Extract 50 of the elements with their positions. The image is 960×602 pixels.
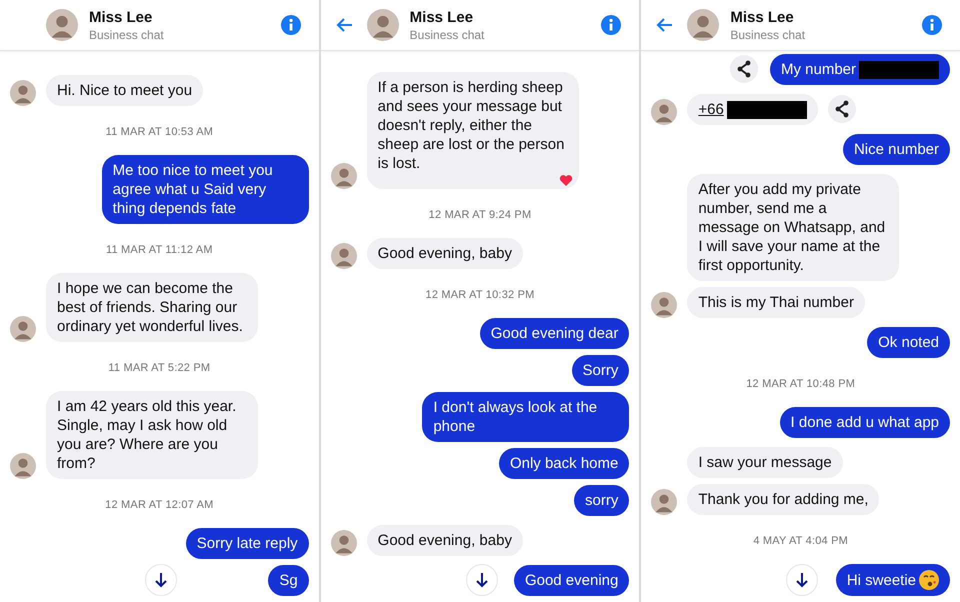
info-icon[interactable] [922, 15, 942, 35]
message-bubble: I saw your message [687, 447, 843, 478]
message-bubble: I don't always look at the phone [422, 392, 630, 442]
chat-subtitle: Business chat [89, 28, 164, 42]
message-bubble: Good evening dear [480, 318, 630, 349]
message-bubble: Me too nice to meet you agree what u Said very thing depends fate [102, 155, 309, 224]
message-bubble: sorry [574, 485, 630, 516]
timestamp: 12 MAR AT 10:48 PM [746, 378, 856, 390]
message-bubble: Sg [268, 565, 309, 596]
message-bubble: Good evening, baby [366, 525, 523, 556]
info-icon[interactable] [601, 15, 622, 35]
chat-subtitle: Business chat [410, 28, 484, 42]
scroll-down-button[interactable] [786, 564, 818, 596]
timestamp: 4 MAY AT 4:04 PM [753, 535, 848, 547]
message-bubble: If a person is herding sheep and sees your message but doesn't reply, either the sheep are lost or the person is lost. [366, 72, 579, 189]
timestamp: 12 MAR AT 9:24 PM [428, 209, 532, 221]
message-bubble: Ok noted [867, 327, 950, 358]
message-bubble: Sorry late reply [186, 528, 309, 559]
timestamp: 11 MAR AT 10:53 AM [106, 126, 214, 138]
timestamp: 11 MAR AT 11:12 AM [106, 244, 213, 256]
message-bubble: I am 42 years old this year. Single, may I ask how old you are? Where are you from? [46, 391, 258, 479]
timestamp: 12 MAR AT 12:07 AM [105, 499, 214, 511]
message-bubble: This is my Thai number [687, 287, 865, 318]
message-bubble: Good evening, baby [366, 238, 523, 269]
message-bubble: Good evening [514, 565, 630, 596]
chat-subtitle: Business chat [730, 28, 806, 42]
message-bubble: Only back home [498, 448, 630, 479]
avatar [46, 9, 78, 41]
message-bubble: I done add u what app [780, 407, 950, 438]
message-bubble: Sorry [572, 355, 630, 386]
message-bubble: Nice number [842, 134, 950, 165]
message-bubble: I hope we can become the best of friends. Sharing our ordinary yet wonderful lives. [46, 273, 258, 342]
share-button[interactable] [730, 54, 760, 84]
message-bubble: After you add my private number, send me a message on Whatsapp, and I will save your name at the first opportunity. [687, 174, 900, 281]
info-icon[interactable] [280, 15, 301, 35]
avatar [687, 9, 720, 41]
scroll-down-button[interactable] [466, 564, 498, 596]
share-button[interactable] [828, 95, 858, 125]
timestamp: 11 MAR AT 5:22 PM [108, 362, 210, 374]
message-bubble: My number [770, 54, 950, 85]
message-bubble: Hi. Nice to meet you [46, 75, 204, 106]
contact-name: Miss Lee [89, 8, 152, 26]
message-bubble: +66 [687, 94, 818, 125]
message-bubble: Hi sweetie [836, 564, 950, 596]
avatar [366, 9, 399, 41]
message-bubble: Thank you for adding me, [687, 484, 880, 515]
contact-name: Miss Lee [410, 8, 474, 26]
timestamp: 12 MAR AT 10:32 PM [426, 289, 534, 301]
contact-name: Miss Lee [730, 8, 794, 26]
scroll-down-button[interactable] [145, 564, 177, 596]
